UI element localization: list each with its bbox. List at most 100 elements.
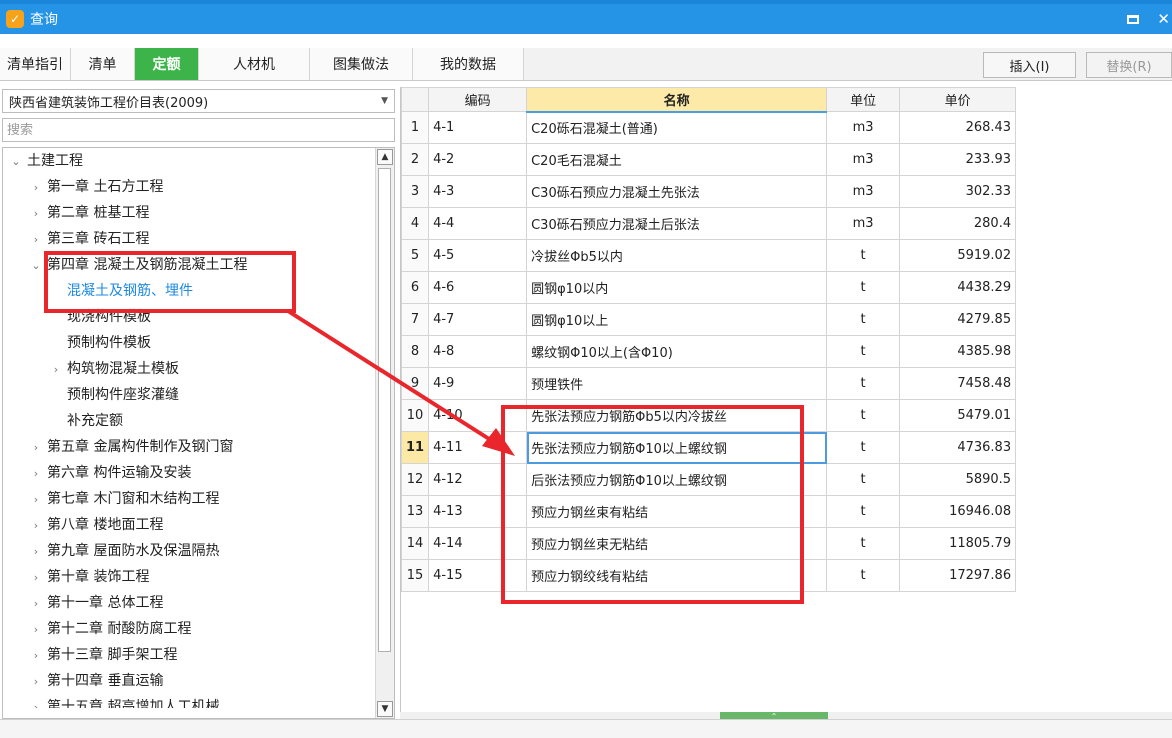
- tree-item[interactable]: › 第十三章 脚手架工程: [25, 642, 178, 669]
- table-row[interactable]: 4 4-4 C30砾石预应力混凝土后张法 m3 280.4: [400, 207, 1017, 240]
- price-cell[interactable]: 5890.5: [899, 463, 1017, 496]
- name-cell[interactable]: C30砾石预应力混凝土先张法: [526, 175, 828, 208]
- tree-item[interactable]: › 第二章 桩基工程: [25, 200, 150, 226]
- price-cell[interactable]: 268.43: [899, 111, 1017, 144]
- code-cell[interactable]: 4-1: [428, 111, 528, 144]
- price-cell[interactable]: 11805.79: [899, 527, 1017, 560]
- tree-item[interactable]: › 第十章 装饰工程: [25, 564, 150, 590]
- code-cell[interactable]: 4-11: [428, 431, 528, 464]
- chevron-right-icon[interactable]: ›: [25, 227, 47, 253]
- chevron-down-icon[interactable]: ⌄: [5, 149, 27, 175]
- tab-atlas-method[interactable]: 图集做法: [310, 48, 413, 80]
- code-cell[interactable]: 4-4: [428, 207, 528, 240]
- unit-cell[interactable]: t: [826, 495, 901, 528]
- name-column-header[interactable]: 名称: [526, 87, 828, 113]
- scroll-down-icon[interactable]: ▼: [377, 701, 393, 717]
- price-cell[interactable]: 302.33: [899, 175, 1017, 208]
- table-row[interactable]: 10 4-10 先张法预应力钢筋Φb5以内冷拔丝 t 5479.01: [400, 399, 1017, 432]
- table-row[interactable]: 14 4-14 预应力钢丝束无粘结 t 11805.79: [400, 527, 1017, 560]
- tree-item[interactable]: › 构筑物混凝土模板: [45, 356, 179, 382]
- table-row[interactable]: 3 4-3 C30砾石预应力混凝土先张法 m3 302.33: [400, 175, 1017, 208]
- name-cell[interactable]: 后张法预应力钢筋Φ10以上螺纹钢: [526, 463, 828, 496]
- replace-button[interactable]: 替换(R): [1086, 52, 1172, 78]
- tree-item[interactable]: 现浇构件模板: [45, 304, 151, 330]
- tree-item[interactable]: › 第六章 构件运输及安装: [25, 460, 192, 486]
- name-cell[interactable]: C20毛石混凝土: [526, 143, 828, 176]
- tree-item[interactable]: › 第九章 屋面防水及保温隔热: [25, 538, 220, 565]
- unit-cell[interactable]: m3: [826, 143, 901, 176]
- unit-cell[interactable]: t: [826, 399, 901, 432]
- unit-cell[interactable]: t: [826, 431, 901, 464]
- name-cell[interactable]: 冷拔丝Φb5以内: [526, 239, 828, 272]
- price-cell[interactable]: 4438.29: [899, 271, 1017, 304]
- table-row[interactable]: 13 4-13 预应力钢丝束有粘结 t 16946.08: [400, 495, 1017, 528]
- tree-item[interactable]: › 第十五章 超高增加人工机械: [25, 694, 220, 708]
- tree-item[interactable]: › 第一章 土石方工程: [25, 174, 164, 201]
- code-cell[interactable]: 4-8: [428, 335, 528, 368]
- tree-item[interactable]: 补充定额: [45, 408, 123, 434]
- unit-cell[interactable]: m3: [826, 207, 901, 240]
- chevron-right-icon[interactable]: ›: [25, 591, 47, 617]
- tree-item[interactable]: ⌄ 第四章 混凝土及钢筋混凝土工程: [25, 252, 247, 278]
- unit-cell[interactable]: t: [826, 367, 901, 400]
- chevron-right-icon[interactable]: ›: [25, 513, 47, 539]
- code-cell[interactable]: 4-2: [428, 143, 528, 176]
- name-cell[interactable]: C30砾石预应力混凝土后张法: [526, 207, 828, 240]
- chevron-right-icon[interactable]: ›: [25, 695, 47, 708]
- code-cell[interactable]: 4-5: [428, 239, 528, 272]
- unit-cell[interactable]: t: [826, 303, 901, 336]
- table-row[interactable]: 6 4-6 圆钢φ10以内 t 4438.29: [400, 271, 1017, 304]
- scrollbar-thumb[interactable]: [378, 168, 391, 652]
- unit-column-header[interactable]: 单位: [826, 87, 901, 112]
- chevron-right-icon[interactable]: ›: [25, 175, 47, 201]
- price-column-header[interactable]: 单价: [899, 87, 1017, 112]
- table-row[interactable]: 8 4-8 螺纹钢Φ10以上(含Φ10) t 4385.98: [400, 335, 1017, 368]
- name-cell[interactable]: 预应力钢丝束有粘结: [526, 495, 828, 528]
- tree-item[interactable]: › 第八章 楼地面工程: [25, 512, 164, 539]
- tree-item-selected[interactable]: 混凝土及钢筋、埋件: [45, 278, 193, 304]
- chevron-right-icon[interactable]: ›: [25, 487, 47, 513]
- chevron-right-icon[interactable]: ›: [25, 669, 47, 695]
- unit-cell[interactable]: t: [826, 463, 901, 496]
- price-cell[interactable]: 17297.86: [899, 559, 1017, 592]
- price-cell[interactable]: 4279.85: [899, 303, 1017, 336]
- code-cell[interactable]: 4-9: [428, 367, 528, 400]
- tab-my-data[interactable]: 我的数据: [413, 48, 524, 80]
- tree-item[interactable]: › 第十四章 垂直运输: [25, 668, 164, 695]
- name-cell[interactable]: 圆钢φ10以上: [526, 303, 828, 336]
- tree-item[interactable]: › 第七章 木门窗和木结构工程: [25, 486, 220, 513]
- tree-item[interactable]: ⌄ 土建工程: [5, 148, 83, 174]
- chevron-right-icon[interactable]: ›: [25, 539, 47, 565]
- name-cell[interactable]: 预应力钢绞线有粘结: [526, 559, 828, 592]
- tree-item[interactable]: › 第十一章 总体工程: [25, 590, 164, 617]
- tree-item[interactable]: › 第五章 金属构件制作及钢门窗: [25, 434, 234, 461]
- unit-cell[interactable]: m3: [826, 111, 901, 144]
- table-row[interactable]: 7 4-7 圆钢φ10以上 t 4279.85: [400, 303, 1017, 336]
- table-row[interactable]: 15 4-15 预应力钢绞线有粘结 t 17297.86: [400, 559, 1017, 592]
- unit-cell[interactable]: m3: [826, 175, 901, 208]
- table-row[interactable]: 9 4-9 预埋铁件 t 7458.48: [400, 367, 1017, 400]
- code-column-header[interactable]: 编码: [428, 87, 528, 112]
- chevron-right-icon[interactable]: ›: [25, 435, 47, 461]
- unit-cell[interactable]: t: [826, 239, 901, 272]
- tree-item[interactable]: › 第十二章 耐酸防腐工程: [25, 616, 192, 642]
- code-cell[interactable]: 4-3: [428, 175, 528, 208]
- tab-quota[interactable]: 定额: [135, 48, 199, 80]
- name-cell[interactable]: 预应力钢丝束无粘结: [526, 527, 828, 560]
- tab-list-guide[interactable]: 清单指引: [0, 48, 71, 80]
- search-input[interactable]: [2, 118, 395, 142]
- code-cell[interactable]: 4-7: [428, 303, 528, 336]
- name-cell[interactable]: 圆钢φ10以内: [526, 271, 828, 304]
- chevron-right-icon[interactable]: ›: [25, 643, 47, 669]
- table-row[interactable]: 2 4-2 C20毛石混凝土 m3 233.93: [400, 143, 1017, 176]
- unit-cell[interactable]: t: [826, 335, 901, 368]
- name-cell[interactable]: 螺纹钢Φ10以上(含Φ10): [526, 335, 828, 368]
- table-row[interactable]: 5 4-5 冷拔丝Φb5以内 t 5919.02: [400, 239, 1017, 272]
- price-cell[interactable]: 5919.02: [899, 239, 1017, 272]
- table-row[interactable]: 1 4-1 C20砾石混凝土(普通) m3 268.43: [400, 111, 1017, 144]
- maximize-icon[interactable]: [1127, 14, 1140, 24]
- code-cell[interactable]: 4-12: [428, 463, 528, 496]
- price-cell[interactable]: 280.4: [899, 207, 1017, 240]
- close-icon[interactable]: ✕: [1157, 10, 1170, 28]
- table-row[interactable]: 12 4-12 后张法预应力钢筋Φ10以上螺纹钢 t 5890.5: [400, 463, 1017, 496]
